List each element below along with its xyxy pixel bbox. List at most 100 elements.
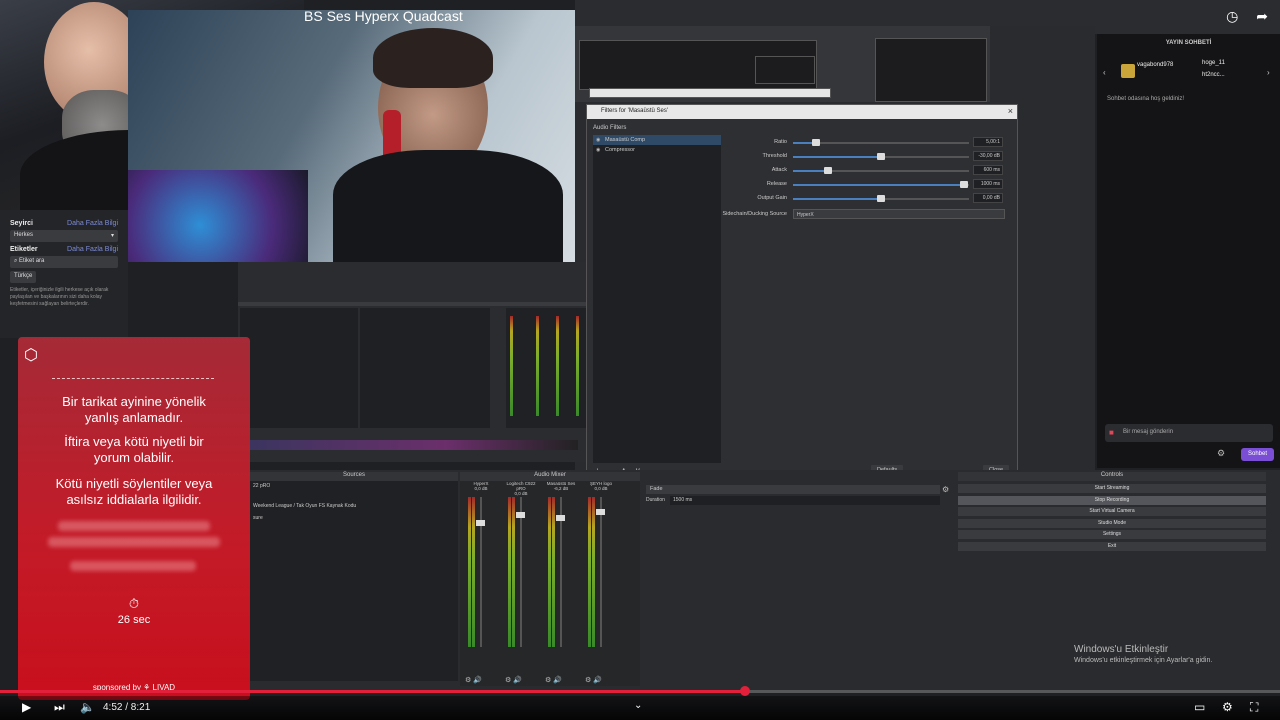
level-meter [592, 497, 595, 647]
progress-scrubber[interactable] [739, 686, 750, 696]
source-item[interactable]: 22 pRO [250, 481, 458, 491]
speaker-icon[interactable]: 🔊 [473, 677, 484, 684]
param-value-input[interactable]: 1000 ms [973, 179, 1003, 189]
ad-divider [52, 378, 214, 379]
volume-icon[interactable]: 🔈 [80, 700, 95, 714]
param-value-input[interactable]: 5,00:1 [973, 137, 1003, 147]
param-value-input[interactable]: -30,00 dB [973, 151, 1003, 161]
level-meter [472, 497, 475, 647]
slider-handle[interactable] [824, 167, 833, 174]
chat-placeholder: Bir mesaj gönderin [1123, 429, 1174, 435]
play-icon[interactable]: ▶ [22, 700, 31, 714]
fade-label: Fade [650, 486, 663, 492]
channel-icons: ⚙🔊 [465, 676, 484, 684]
fade-select[interactable]: Fade [646, 485, 940, 494]
webcam-main [128, 10, 575, 262]
channel-db: 0,0 dB [474, 486, 488, 491]
nested-taskbar [248, 440, 578, 450]
chat-send-button[interactable]: Sohbet [1241, 448, 1274, 461]
param-value-input[interactable]: 0,00 dB [973, 193, 1003, 203]
level-meter [508, 497, 511, 647]
chat-user[interactable]: hoge_11 [1202, 60, 1225, 66]
param-slider[interactable] [793, 195, 969, 202]
filter-list: ◉ Masaüstü Comp ◉ Compressor [593, 135, 721, 463]
tags-search-input[interactable]: ⌕ Etiket ara [10, 256, 118, 268]
param-fill [793, 198, 881, 200]
param-slider[interactable] [793, 153, 969, 160]
tag-chip[interactable]: Türkçe [10, 271, 37, 283]
control-button[interactable]: Start Streaming [958, 484, 1266, 493]
transitions-panel: Fade Duration 1500 ms ⚙ [642, 481, 954, 681]
volume-fader[interactable] [476, 519, 485, 526]
audio-mixer: HyperX 0,0 dB ⚙🔊 Logitech C922 pRO 0,0 dB ⚙🔊 M… [460, 481, 640, 686]
source-item[interactable]: sure [250, 513, 458, 523]
speaker-icon[interactable]: 🔊 [593, 677, 604, 684]
nested-mixer [506, 308, 588, 428]
fullscreen-icon[interactable]: ⛶ [1250, 700, 1258, 715]
source-item[interactable]: Weekend League / Tak Oyun FS Kaynak Kodu [250, 501, 458, 511]
subtitles-icon[interactable]: ▭ [1194, 700, 1205, 714]
channel-icons: ⚙🔊 [585, 676, 604, 684]
volume-fader[interactable] [596, 509, 605, 515]
controls-panel: Start Streaming Stop Recording Start Virtu… [958, 481, 1280, 561]
share-icon[interactable]: ➦ [1256, 8, 1268, 24]
ad-line-1: Bir tarikat ayinine yönelik yanlış anlam… [62, 394, 206, 425]
param-slider[interactable] [793, 181, 969, 188]
blurred-text [70, 561, 196, 571]
sidechain-value: HyperX [797, 212, 814, 218]
audience-more-link[interactable]: Daha Fazla Bilgi [67, 220, 118, 227]
gear-icon[interactable]: ⚙ [1217, 448, 1225, 459]
eye-icon[interactable]: ◉ [596, 137, 600, 143]
eye-icon[interactable]: ◉ [596, 147, 600, 153]
param-value-input[interactable]: 600 ms [973, 165, 1003, 175]
mixer-channel: Logitech C922 pRO 0,0 dB ⚙🔊 [502, 481, 540, 686]
audio-filters-label: Audio Filters [593, 125, 627, 131]
chevron-right-icon[interactable]: › [1267, 68, 1270, 77]
control-button[interactable]: Settings [958, 530, 1266, 539]
tags-row: Etiketler Daha Fazla Bilgi [10, 246, 118, 253]
control-button[interactable]: Start Virtual Camera [958, 507, 1266, 516]
chat-user[interactable]: vagabond978 [1137, 62, 1173, 68]
control-button[interactable]: Studio Mode [958, 518, 1266, 528]
chevron-left-icon[interactable]: ‹ [1103, 68, 1106, 77]
slider-handle[interactable] [811, 139, 820, 146]
settings-icon[interactable]: ⚙ [1222, 700, 1233, 714]
speaker-icon[interactable]: 🔊 [553, 677, 564, 684]
slider-handle[interactable] [877, 195, 885, 202]
volume-fader[interactable] [516, 512, 525, 518]
volume-fader[interactable] [556, 515, 565, 521]
search-icon: ⌕ [14, 258, 18, 264]
control-button[interactable]: Exit [958, 541, 1266, 551]
nested-divider [238, 302, 590, 306]
volume-fader-track[interactable] [600, 497, 602, 647]
next-icon[interactable]: ⏭ [54, 700, 65, 715]
close-icon[interactable]: × [1008, 106, 1013, 116]
param-name: Threshold [762, 153, 787, 159]
sponsor-ad-overlay[interactable]: ⬡ Bir tarikat ayinine yönelik yanlış anl… [18, 337, 250, 700]
chat-input[interactable]: Bir mesaj gönderin [1105, 424, 1273, 442]
clock-icon[interactable]: ◷ [1226, 8, 1238, 24]
volume-fader-track[interactable] [520, 497, 522, 647]
gear-icon[interactable]: ⚙ [942, 485, 949, 494]
speaker-icon[interactable]: 🔊 [513, 677, 524, 684]
control-button[interactable]: Stop Recording [958, 495, 1266, 505]
audience-dropdown[interactable]: Herkes ▾ [10, 230, 118, 242]
chevron-down-icon[interactable]: ⌄ [634, 700, 642, 711]
param-fill [793, 170, 829, 172]
slider-handle[interactable] [877, 153, 885, 160]
audience-row: Seyirci Daha Fazla Bilgi [10, 220, 118, 227]
param-slider[interactable] [793, 167, 969, 174]
filter-item[interactable]: ◉ Compressor [593, 145, 721, 155]
slider-handle[interactable] [959, 181, 968, 188]
filter-item[interactable]: ◉ Masaüstü Comp [593, 135, 721, 145]
camera-icon[interactable]: ■ [1109, 428, 1114, 437]
param-slider[interactable] [793, 139, 969, 146]
chat-user[interactable]: ht2ncc... [1202, 72, 1225, 78]
duration-input[interactable]: 1500 ms [670, 496, 940, 505]
tags-more-link[interactable]: Daha Fazla Bilgi [67, 246, 118, 253]
param-fill [793, 184, 964, 186]
tags-label: Etiketler [10, 246, 38, 253]
sidechain-select[interactable]: HyperX [793, 209, 1005, 219]
windows-activation-watermark: Windows'u Etkinleştir Windows'u etkinleş… [1074, 644, 1212, 664]
filters-dialog: Filters for 'Masaüstü Ses' × Audio Filte… [586, 104, 1018, 480]
